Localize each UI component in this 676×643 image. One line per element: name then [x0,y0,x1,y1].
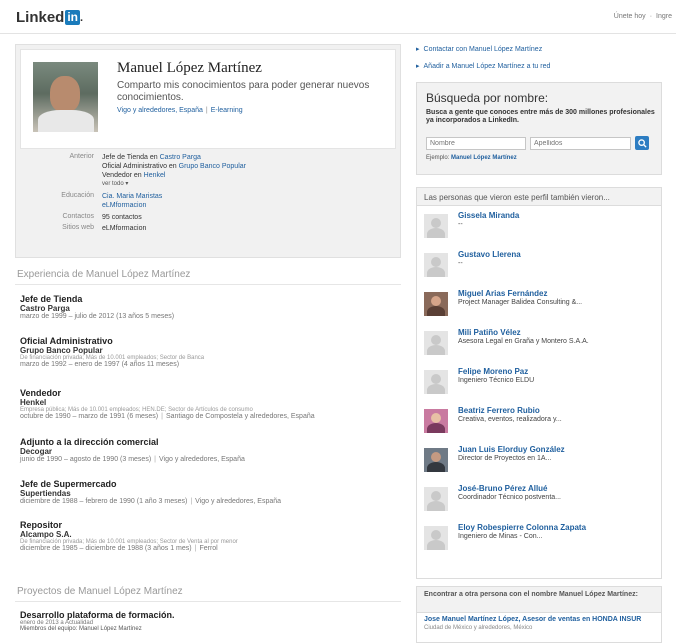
person-name[interactable]: José-Bruno Pérez Allué [458,484,548,493]
person-name[interactable]: Gustavo Llerena [458,250,521,259]
project-item: Desarrollo plataforma de formación. ener… [20,610,175,632]
person-title: Ingeniero Técnico ELDU [458,377,535,384]
profile-location: Vigo y alrededores, España | E-learning [117,107,243,114]
experience-item: Adjunto a la dirección comercial Decogar… [20,437,245,463]
person-avatar [424,448,448,472]
search-title: Búsqueda por nombre: [426,91,549,105]
person-title: Project Manager Balidea Consulting &... [458,299,583,306]
previous-list: Jefe de Tienda en Castro Parga Oficial A… [102,154,246,189]
viewed-person[interactable]: Gissela Miranda -- [424,210,656,244]
experience-item: Jefe de Tienda Castro Parga marzo de 199… [20,294,175,320]
top-header: Linked in. Únete hoy · Ingre [0,0,676,34]
viewed-person[interactable]: Mili Patiño Vélez Asesora Legal en Graña … [424,327,656,361]
viewed-person[interactable]: Beatriz Ferrero Rubio Creativa, eventos, … [424,405,656,439]
signin-link[interactable]: Ingre [656,13,672,20]
person-title: Creativa, eventos, realizadora y... [458,416,562,423]
profile-actions: ▸ Contactar con Manuel López Martínez ▸ Añ… [416,45,550,79]
add-network-link[interactable]: ▸ Añadir a Manuel López Martínez a tu red [416,62,550,70]
website-link[interactable]: eLMformacion [102,224,146,233]
person-avatar [424,331,448,355]
viewed-person[interactable]: Juan Luis Elorduy González Director de Pr… [424,444,656,478]
viewed-person[interactable]: Eloy Robespierre Colonna Zapata Ingeniero… [424,522,656,556]
person-title: Director de Proyectos en 1A... [458,455,552,462]
search-example: Ejemplo: Manuel López Martínez [426,155,517,161]
separator: · [649,13,653,20]
person-avatar [424,487,448,511]
top-links: Únete hoy · Ingre [610,13,672,20]
viewed-person[interactable]: Miguel Arias Fernández Project Manager Ba… [424,288,656,322]
name-search-box: Búsqueda por nombre: Busca a gente que c… [416,82,662,175]
previous-label: Anterior [69,153,94,160]
divider [15,284,401,285]
person-avatar [424,253,448,277]
linkedin-logo[interactable]: Linked in. [16,9,83,26]
experience-title: Experiencia de Manuel López Martínez [17,269,191,280]
viewed-person[interactable]: Gustavo Llerena -- [424,249,656,283]
connections-count: 95 contactos [102,214,142,221]
profile-photo [33,62,98,132]
search-icon [637,138,647,148]
person-title: Asesora Legal en Graña y Montero S.A.A. [458,338,589,345]
person-name[interactable]: Gissela Miranda [458,211,519,220]
person-name[interactable]: Juan Luis Elorduy González [458,445,565,454]
projects-title: Proyectos de Manuel López Martínez [17,586,183,597]
find-others-title: Encontrar a otra persona con el nombre M… [417,587,661,613]
viewed-person[interactable]: José-Bruno Pérez Allué Coordinador Técnic… [424,483,656,517]
person-avatar [424,370,448,394]
profile-card: Manuel López Martínez Comparto mis conoc… [15,44,401,258]
first-name-input[interactable] [426,137,526,150]
websites-label: Sitios web [62,224,94,231]
profile-details: Anterior Jefe de Tienda en Castro Parga … [20,153,396,235]
person-title: Ingeniero de Minas - Con... [458,533,543,540]
profile-name: Manuel López Martínez [117,60,262,76]
education-item[interactable]: eLMformacion [102,201,162,210]
search-button[interactable] [635,136,649,150]
experience-item: Repositor Alcampo S.A. De financiación p… [20,520,238,552]
viewed-person[interactable]: Felipe Moreno Paz Ingeniero Técnico ELDU [424,366,656,400]
find-others-panel: Encontrar a otra persona con el nombre M… [416,586,662,643]
divider [15,601,401,602]
also-viewed-title: Las personas que vieron este perfil tamb… [417,188,661,206]
education-item[interactable]: Cia. Maria Maristas [102,192,162,201]
person-name[interactable]: Beatriz Ferrero Rubio [458,406,540,415]
education-label: Educación [61,192,94,199]
contact-link[interactable]: ▸ Contactar con Manuel López Martínez [416,45,550,53]
person-name[interactable]: Eloy Robespierre Colonna Zapata [458,523,586,532]
person-avatar [424,214,448,238]
profile-summary: Manuel López Martínez Comparto mis conoc… [20,49,396,149]
experience-item: Vendedor Henkel Empresa pública; Más de … [20,388,315,420]
person-avatar [424,526,448,550]
profile-headline: Comparto mis conocimientos para poder ge… [117,80,370,103]
person-name[interactable]: Mili Patiño Vélez [458,328,521,337]
person-title: -- [458,221,463,228]
experience-item: Jefe de Supermercado Supertiendas diciem… [20,479,282,505]
search-description: Busca a gente que conoces entre más de 3… [426,109,655,124]
join-link[interactable]: Únete hoy [614,13,646,20]
person-title: Coordinador Técnico postventa... [458,494,561,501]
person-name[interactable]: Felipe Moreno Paz [458,367,528,376]
person-avatar [424,409,448,433]
experience-item: Oficial Administrativo Grupo Banco Popul… [20,336,205,368]
last-name-input[interactable] [530,137,631,150]
see-all-link[interactable]: ver todo ▾ [102,180,246,189]
connections-label: Contactos [62,213,94,220]
find-result: Jose Manuel Martínez López, Asesor de ve… [424,616,642,631]
person-title: -- [458,260,463,267]
person-avatar [424,292,448,316]
person-name[interactable]: Miguel Arias Fernández [458,289,548,298]
